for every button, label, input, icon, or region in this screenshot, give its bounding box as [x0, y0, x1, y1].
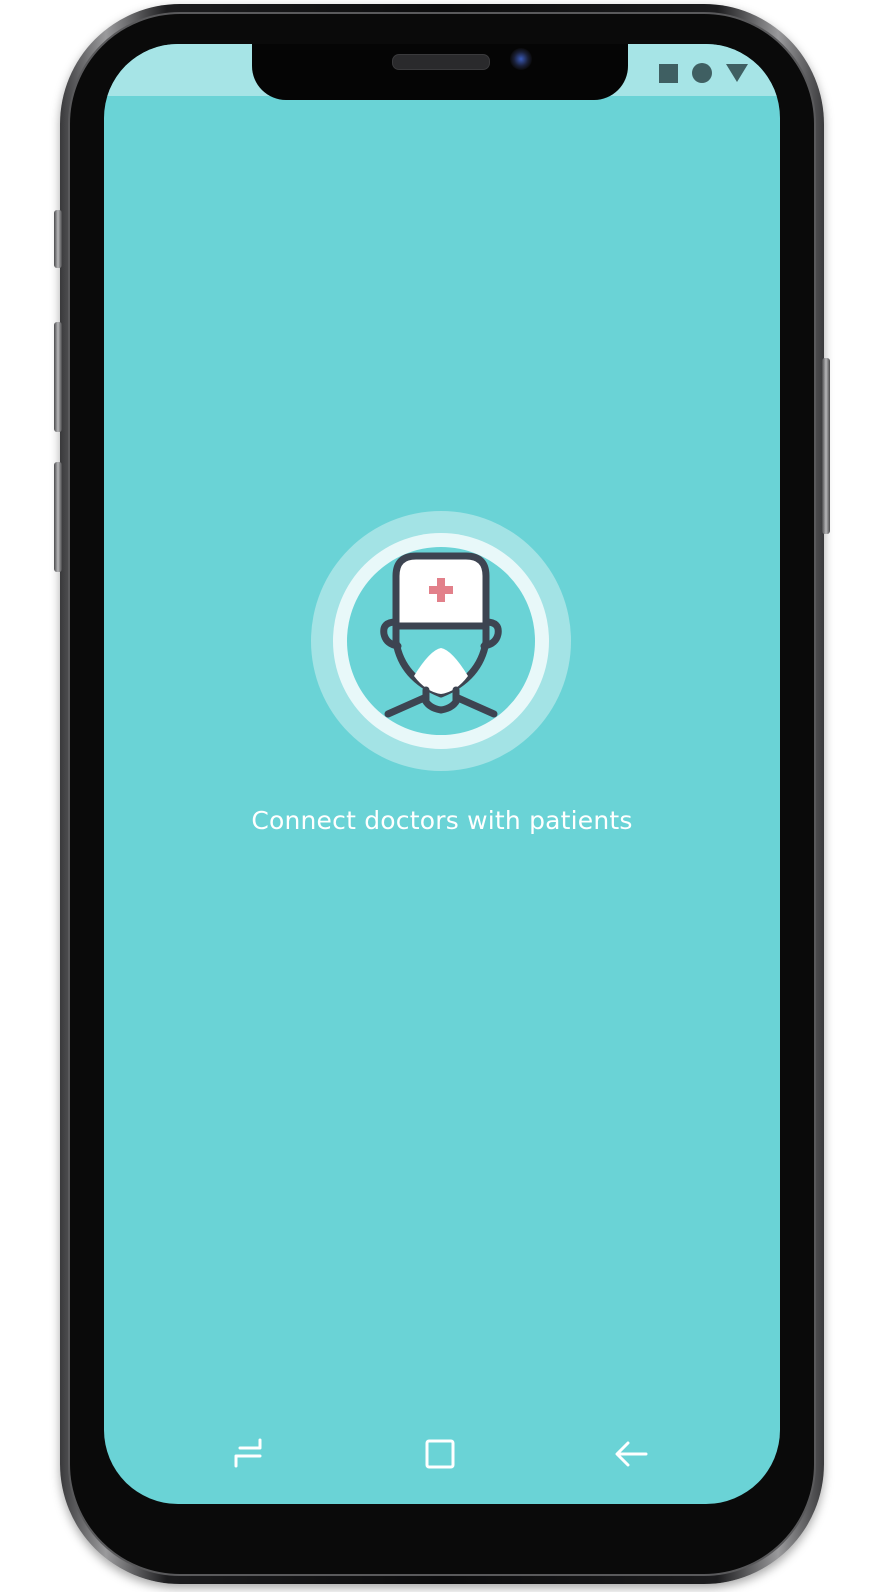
front-camera	[510, 48, 532, 70]
app-screen: Connect doctors with patients	[104, 44, 780, 1504]
notch	[252, 44, 628, 100]
tagline: Connect doctors with patients	[251, 806, 633, 835]
recent-apps-button[interactable]	[226, 1432, 270, 1476]
recent-apps-icon	[234, 1438, 262, 1468]
circle-icon	[692, 63, 712, 83]
cross-icon-horizontal	[429, 586, 453, 594]
navigation-bar	[104, 1408, 780, 1504]
status-icons	[659, 62, 748, 84]
back-icon	[615, 1441, 648, 1467]
phone-side-button-right	[822, 358, 830, 534]
speaker-grille	[392, 54, 490, 70]
app-logo	[310, 510, 572, 772]
doctor-icon	[311, 511, 571, 771]
phone-side-button-left-1	[54, 210, 62, 268]
phone-side-button-left-3	[54, 462, 62, 572]
square-icon	[659, 63, 678, 83]
phone-side-button-left-2	[54, 322, 62, 432]
home-icon	[425, 1439, 455, 1469]
back-button[interactable]	[610, 1432, 654, 1476]
home-button[interactable]	[418, 1432, 462, 1476]
triangle-icon	[726, 64, 748, 82]
